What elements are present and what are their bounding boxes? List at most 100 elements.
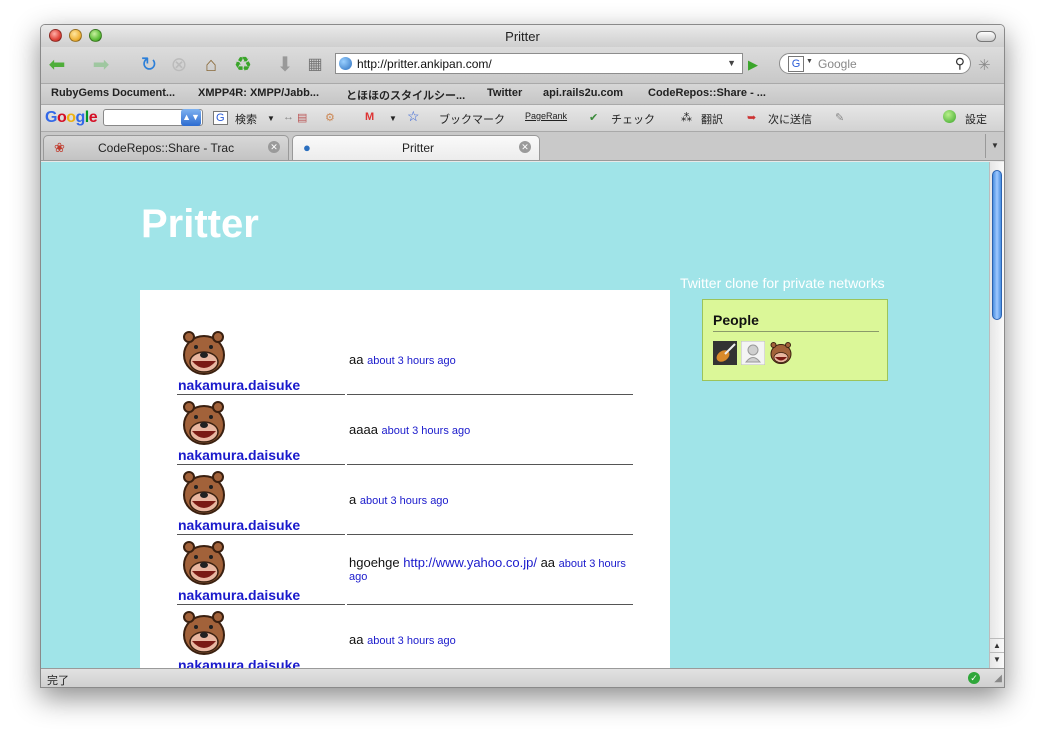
close-tab-icon[interactable]: ✕ [519,141,531,153]
message-text: a [349,492,357,507]
username-link[interactable]: nakamura.daisuke [178,517,300,533]
forward-arrow-icon[interactable]: ➡ [89,54,113,76]
translate-button[interactable]: 翻訳 [701,111,723,127]
divider [347,534,633,535]
google-g-icon[interactable]: G [213,111,228,125]
url-text[interactable]: http://pritter.ankipan.com/ [357,57,492,71]
username-link[interactable]: nakamura.daisuke [178,587,300,603]
bookmarks-menu[interactable]: ブックマーク [439,111,505,127]
all-tabs-dropdown-icon[interactable]: ▼ [985,134,1004,158]
entry-message: aa about 3 hours ago [349,353,629,367]
bear-avatar-icon[interactable] [180,609,228,657]
back-arrow-icon[interactable]: ⬅ [45,54,69,76]
message-url-link[interactable]: http://www.yahoo.co.jp/ [403,555,537,570]
page-viewport: Pritter Twitter clone for private networ… [41,162,989,668]
google-search-button[interactable]: 検索 [235,111,257,127]
bookmark-item[interactable]: CodeRepos::Share - ... [648,87,766,99]
popup-blocker-icon[interactable]: ⚙ [325,111,335,124]
bookmark-item[interactable]: RubyGems Document... [51,87,175,99]
url-history-dropdown-icon[interactable]: ▼ [727,58,736,68]
check-button[interactable]: チェック [611,111,655,127]
star-bookmark-icon[interactable]: ☆ [407,108,420,125]
username-link[interactable]: nakamura.daisuke [178,657,300,668]
pagerank-indicator[interactable]: PageRank [525,111,567,121]
message-text: hgoehge [349,555,400,570]
bookmarks-bar: RubyGems Document... XMPP4R: XMPP/Jabb..… [41,84,1004,105]
entry-message: a about 3 hours ago [349,492,629,507]
bear-avatar-icon[interactable] [180,399,228,447]
gmail-dropdown-icon[interactable]: ▼ [389,114,397,123]
google-logo[interactable]: Google [45,109,98,127]
google-search-history-button[interactable]: ▲▼ [181,109,201,126]
tab-label: CodeRepos::Share - Trac [98,141,235,155]
home-icon[interactable]: ⌂ [199,54,223,76]
sync-icon[interactable]: ♻ [231,54,255,76]
bookmark-item[interactable]: XMPP4R: XMPP/Jabb... [198,87,319,99]
translate-icon[interactable]: ⁂ [681,111,692,124]
timestamp-link[interactable]: about 3 hours ago [360,495,449,507]
timestamp-link[interactable]: about 3 hours ago [382,425,471,437]
tab-pritter[interactable]: ● Pritter ✕ [292,135,540,160]
gmail-icon[interactable]: M [365,111,374,123]
globe-icon: ● [303,140,311,155]
divider [347,604,633,605]
google-engine-icon[interactable]: G [788,56,804,72]
guitar-avatar-icon[interactable] [713,341,737,365]
message-text: aaaa [349,422,378,437]
search-dropdown-icon[interactable]: ▼ [267,114,275,123]
greasemonkey-icon[interactable]: ▦ [303,54,327,76]
bear-avatar-icon[interactable] [180,329,228,377]
divider [177,534,345,535]
reload-icon[interactable]: ↻ [137,54,161,76]
bookmark-item[interactable]: Twitter [487,87,522,99]
scrollbar-thumb[interactable] [992,170,1002,320]
scroll-down-arrow-icon[interactable]: ▼ [990,652,1004,667]
highlight-icon[interactable]: ↔ [283,111,294,123]
message-text: aa [349,632,364,647]
site-globe-icon [339,57,352,70]
scroll-up-arrow-icon[interactable]: ▲ [990,638,1004,653]
people-heading: People [713,312,759,328]
go-button[interactable]: ▶ [748,57,758,73]
address-bar[interactable]: http://pritter.ankipan.com/ ▼ [335,53,743,74]
username-link[interactable]: nakamura.daisuke [178,377,300,393]
site-tagline: Twitter clone for private networks [680,275,885,291]
window-title: Pritter [505,29,540,44]
bear-avatar-icon[interactable] [180,539,228,587]
timestamp-link[interactable]: about 3 hours ago [367,635,456,647]
bookmark-item[interactable]: api.rails2u.com [543,87,623,99]
close-tab-icon[interactable]: ✕ [268,141,280,153]
bear-avatar-icon[interactable] [180,469,228,517]
username-link[interactable]: nakamura.daisuke [178,447,300,463]
search-icon[interactable]: ⚲ [955,55,965,72]
divider [347,394,633,395]
browser-window: Pritter ⬅ ➡ ↻ ⊗ ⌂ ♻ ⬇ ▦ http://pritter.a… [40,24,1005,688]
vertical-scrollbar[interactable]: ▲ ▼ [989,162,1004,668]
toolbar-toggle-button[interactable] [976,31,996,42]
divider [177,394,345,395]
entry-message: hgoehge http://www.yahoo.co.jp/ aa about… [349,555,629,583]
download-icon[interactable]: ⬇ [273,54,297,76]
timestamp-link[interactable]: about 3 hours ago [367,355,456,367]
spellcheck-icon[interactable]: ✔ [589,111,598,124]
navigation-toolbar: ⬅ ➡ ↻ ⊗ ⌂ ♻ ⬇ ▦ http://pritter.ankipan.c… [41,47,1004,84]
entry-message: aa about 3 hours ago [349,632,629,647]
engine-dropdown-icon[interactable]: ▼ [806,58,813,65]
pencil-icon[interactable]: ✎ [835,111,844,124]
google-toolbar: Google ▲▼ G 検索 ▼ ↔ ▤ ⚙ M ▼ ☆ ブックマーク Page… [41,105,1004,132]
people-panel: People [702,299,888,381]
search-placeholder: Google [818,57,857,71]
stop-icon[interactable]: ⊗ [167,54,191,76]
send-to-icon[interactable]: ➥ [747,111,756,124]
tab-coderepos[interactable]: ❀ CodeRepos::Share - Trac ✕ [43,135,289,160]
send-to-button[interactable]: 次に送信 [768,111,812,127]
resize-grip-icon[interactable]: ◢ [994,673,1002,684]
bear-avatar-icon[interactable] [769,341,793,365]
timeline-panel: nakamura.daisuke aa about 3 hours ago na… [140,290,670,668]
news-icon[interactable]: ▤ [297,111,307,124]
settings-button[interactable]: 設定 [965,111,987,127]
default-user-avatar-icon[interactable] [741,341,765,365]
bookmark-item[interactable]: とほほのスタイルシー... [346,87,465,103]
search-field[interactable]: G ▼ Google ⚲ [779,53,971,74]
title-bar: Pritter [41,25,1004,47]
